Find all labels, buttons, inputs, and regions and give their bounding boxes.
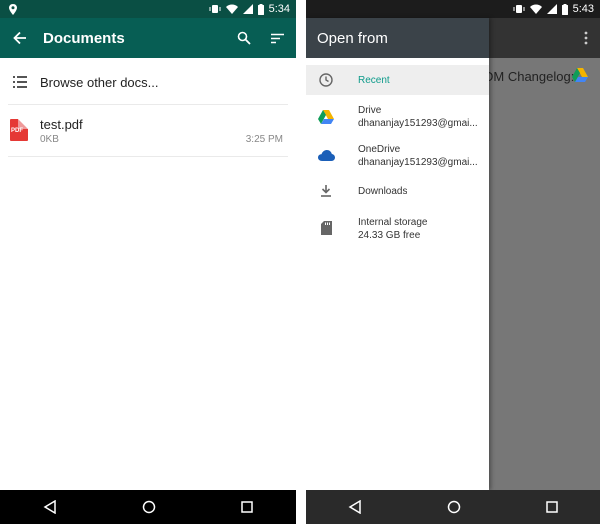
nav-home-icon[interactable] [447, 500, 461, 514]
wifi-icon [529, 4, 542, 14]
screen-gutter [296, 0, 306, 524]
background-row-text: DM Changelog: [484, 69, 575, 84]
battery-icon [561, 3, 568, 15]
vibrate-icon [209, 5, 221, 13]
drawer-item-subtitle: dhananjay151293@gmai... [358, 118, 478, 129]
sort-icon[interactable] [271, 33, 284, 44]
wifi-icon [225, 4, 238, 14]
cell-signal-icon [546, 4, 557, 14]
drawer-item-subtitle: 24.33 GB free [358, 230, 421, 241]
browse-other-docs-label: Browse other docs... [40, 75, 159, 90]
drawer-header: Open from [306, 18, 489, 58]
drawer-item-downloads[interactable]: Downloads [306, 185, 489, 205]
location-icon [9, 3, 17, 15]
status-bar: 5:34 [0, 0, 296, 18]
nav-home-icon[interactable] [142, 500, 156, 514]
google-drive-icon [572, 68, 588, 82]
file-size: 0KB [40, 134, 59, 145]
navigation-bar [0, 490, 296, 524]
drawer-item-recent[interactable]: Recent [306, 65, 489, 95]
drawer-item-label: OneDrive [358, 144, 401, 155]
drawer-item-label: Drive [358, 105, 382, 116]
nav-back-icon[interactable] [348, 500, 362, 514]
app-bar: Documents [0, 18, 296, 58]
nav-recents-icon[interactable] [241, 501, 254, 513]
download-icon [321, 185, 331, 197]
drawer-item-drive[interactable]: Drive dhananjay151293@gmai... [306, 104, 489, 136]
onedrive-icon [317, 150, 335, 161]
left-phone-screen: 5:34 Documents Browse other docs... PDF … [0, 0, 296, 524]
file-name: test.pdf [40, 117, 83, 132]
drawer-item-label: Recent [358, 74, 390, 86]
navigation-drawer: Open from Recent Drive dhananjay151293@g… [306, 18, 489, 490]
pdf-file-icon: PDF [10, 119, 28, 141]
search-icon[interactable] [237, 31, 251, 45]
nav-recents-icon[interactable] [545, 501, 558, 513]
drawer-title: Open from [317, 30, 388, 47]
navigation-bar [306, 490, 600, 524]
drawer-item-label: Downloads [358, 186, 408, 197]
list-icon [13, 76, 27, 88]
status-bar: 5:43 [306, 0, 600, 18]
drawer-item-internal-storage[interactable]: Internal storage 24.33 GB free [306, 216, 489, 246]
status-time: 5:34 [268, 3, 290, 15]
pdf-badge-label: PDF [11, 128, 23, 134]
nav-back-icon[interactable] [43, 500, 57, 514]
clock-icon [319, 73, 333, 87]
divider [8, 104, 288, 105]
battery-icon [257, 3, 264, 15]
google-drive-icon [318, 110, 334, 124]
divider [8, 156, 288, 157]
drawer-item-subtitle: dhananjay151293@gmai... [358, 157, 478, 168]
right-phone-screen: 5:43 DM Changelog: Open from Recent Driv… [306, 0, 600, 524]
page-title: Documents [43, 30, 125, 47]
overflow-menu-icon[interactable] [584, 31, 588, 45]
back-arrow-icon[interactable] [13, 31, 27, 45]
browse-other-docs-row[interactable]: Browse other docs... [0, 70, 296, 96]
cell-signal-icon [242, 4, 253, 14]
sd-card-icon [320, 221, 332, 235]
status-time: 5:43 [572, 3, 594, 15]
drawer-item-onedrive[interactable]: OneDrive dhananjay151293@gmai... [306, 143, 489, 175]
drawer-item-label: Internal storage [358, 217, 428, 228]
vibrate-icon [513, 5, 525, 13]
file-list-item[interactable]: PDF test.pdf 0KB 3:25 PM [0, 113, 296, 153]
file-time: 3:25 PM [245, 134, 283, 145]
